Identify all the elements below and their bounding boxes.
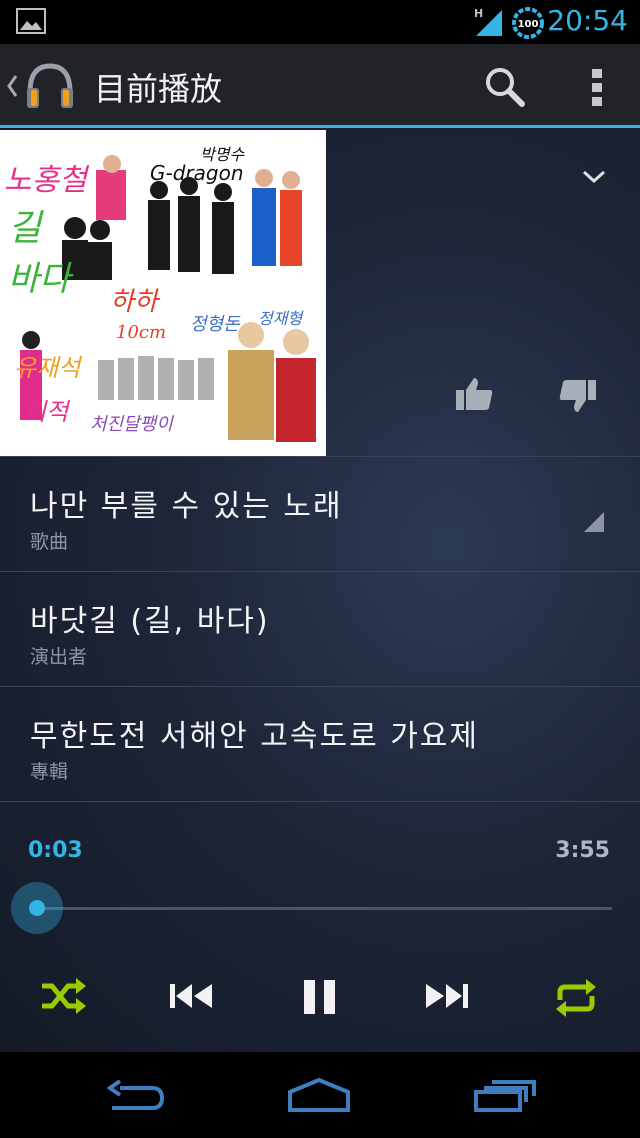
album-art-text: 정재형 bbox=[258, 309, 304, 328]
seekbar-thumb-dot bbox=[29, 900, 45, 916]
seekbar-thumb[interactable] bbox=[11, 882, 63, 934]
album-art-text: G-dragon bbox=[150, 161, 244, 185]
song-row[interactable]: 나만 부를 수 있는 노래 歌曲 bbox=[0, 456, 640, 571]
album-art-text: 노홍철 bbox=[4, 163, 89, 198]
album-art-text: 정형돈 bbox=[190, 314, 241, 335]
artist-label: 演出者 bbox=[30, 646, 88, 668]
album-art-text: 이적 bbox=[24, 398, 71, 426]
recent-apps-icon[interactable] bbox=[474, 1078, 536, 1112]
artist-name: 바닷길 (길, 바다) bbox=[30, 604, 270, 639]
shuffle-icon[interactable] bbox=[40, 978, 86, 1014]
album-row[interactable]: 무한도전 서해안 고속도로 가요제 專輯 bbox=[0, 686, 640, 801]
chevron-down-icon[interactable] bbox=[580, 168, 608, 186]
divider bbox=[0, 801, 640, 802]
thumbs-down-icon[interactable] bbox=[558, 378, 598, 414]
album-art-text: 바다 bbox=[8, 259, 74, 299]
previous-icon[interactable] bbox=[168, 978, 214, 1014]
song-label: 歌曲 bbox=[30, 531, 69, 553]
current-time: 0:03 bbox=[28, 838, 83, 863]
svg-text:H: H bbox=[474, 7, 483, 20]
headphones-app-icon[interactable] bbox=[22, 58, 78, 114]
search-icon[interactable] bbox=[484, 66, 526, 108]
album-art-text: 10cm bbox=[116, 322, 166, 343]
svg-text:100: 100 bbox=[518, 19, 539, 30]
next-icon[interactable] bbox=[424, 978, 470, 1014]
signal-icon: H bbox=[474, 7, 502, 36]
total-time: 3:55 bbox=[555, 838, 610, 863]
pause-icon[interactable] bbox=[302, 978, 338, 1018]
corner-triangle-icon bbox=[584, 512, 604, 532]
album-label: 專輯 bbox=[30, 761, 69, 783]
page-title: 目前播放 bbox=[94, 70, 223, 108]
overflow-menu-icon[interactable] bbox=[590, 68, 604, 108]
artist-row[interactable]: 바닷길 (길, 바다) 演出者 bbox=[0, 571, 640, 686]
album-art-text: 처진달팽이 bbox=[90, 414, 174, 435]
home-icon[interactable] bbox=[286, 1078, 352, 1112]
album-art-text: 하하 bbox=[110, 287, 161, 317]
album-art-text: 박명수 bbox=[200, 145, 245, 164]
status-bar: H 100 20:54 bbox=[0, 0, 640, 44]
action-bar: 目前播放 bbox=[0, 44, 640, 128]
album-art-text: 유재석 bbox=[14, 354, 83, 382]
navigation-bar bbox=[0, 1052, 640, 1138]
album-title: 무한도전 서해안 고속도로 가요제 bbox=[30, 719, 480, 754]
repeat-icon[interactable] bbox=[554, 978, 598, 1018]
thumbs-up-icon[interactable] bbox=[454, 376, 494, 412]
clock: 20:54 bbox=[547, 4, 628, 37]
battery-icon: 100 bbox=[512, 7, 544, 39]
song-title: 나만 부를 수 있는 노래 bbox=[30, 489, 343, 524]
seekbar[interactable] bbox=[36, 907, 612, 910]
up-icon[interactable] bbox=[6, 74, 18, 98]
now-playing-panel: 노홍철 길 바다 G-dragon 박명수 정형돈 정재형 유재석 이적 하하 … bbox=[0, 128, 640, 1052]
album-art[interactable]: 노홍철 길 바다 G-dragon 박명수 정형돈 정재형 유재석 이적 하하 … bbox=[0, 130, 326, 456]
album-art-illustration: 노홍철 길 바다 G-dragon 박명수 정형돈 정재형 유재석 이적 하하 … bbox=[0, 130, 326, 456]
album-art-text: 길 bbox=[8, 208, 44, 249]
back-icon[interactable] bbox=[106, 1080, 166, 1114]
gallery-icon bbox=[16, 8, 46, 34]
